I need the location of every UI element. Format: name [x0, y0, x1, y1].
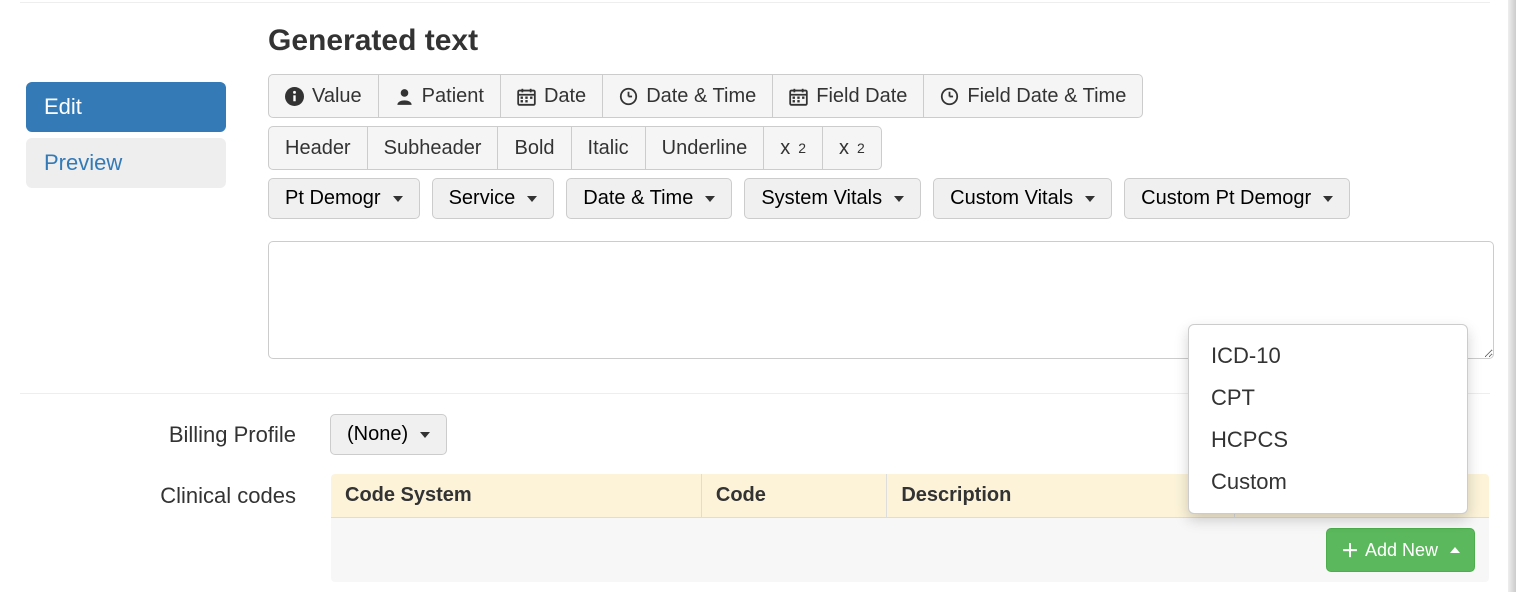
billing-profile-label: Billing Profile [0, 422, 330, 448]
patient-button[interactable]: Patient [379, 74, 501, 118]
clock-icon [619, 87, 638, 106]
plus-icon: ＋ [1341, 537, 1359, 563]
subscript-button[interactable]: x2 [764, 126, 823, 170]
caret-down-icon [420, 432, 430, 438]
dd-item-hcpcs[interactable]: HCPCS [1189, 419, 1467, 461]
caret-down-icon [1323, 196, 1333, 202]
col-code-system[interactable]: Code System [331, 474, 702, 518]
caret-down-icon [705, 196, 715, 202]
calendar-icon [517, 87, 536, 106]
value-button-label: Value [312, 83, 362, 109]
date-button[interactable]: Date [501, 74, 603, 118]
date-time-button-label: Date & Time [646, 83, 756, 109]
table-row: ＋ Add New [331, 518, 1490, 583]
italic-button[interactable]: Italic [572, 126, 646, 170]
caret-down-icon [1085, 196, 1095, 202]
clock-icon [940, 87, 959, 106]
clinical-codes-label: Clinical codes [0, 473, 330, 509]
calendar-icon [789, 87, 808, 106]
superscript-button[interactable]: x2 [823, 126, 882, 170]
date-button-label: Date [544, 83, 586, 109]
date-time-dropdown[interactable]: Date & Time [566, 178, 732, 219]
caret-down-icon [894, 196, 904, 202]
dd-item-cpt[interactable]: CPT [1189, 377, 1467, 419]
col-code[interactable]: Code [701, 474, 886, 518]
add-new-dropdown-menu: ICD-10 CPT HCPCS Custom [1188, 324, 1468, 514]
pt-demogr-dropdown[interactable]: Pt Demogr [268, 178, 420, 219]
caret-up-icon [1450, 547, 1460, 553]
edit-preview-tabs: Edit Preview [26, 82, 226, 188]
col-description[interactable]: Description [887, 474, 1235, 518]
custom-pt-demogr-dropdown[interactable]: Custom Pt Demogr [1124, 178, 1350, 219]
dd-item-custom[interactable]: Custom [1189, 461, 1467, 503]
subheader-button[interactable]: Subheader [368, 126, 499, 170]
system-vitals-dropdown[interactable]: System Vitals [744, 178, 921, 219]
bold-button[interactable]: Bold [498, 126, 571, 170]
caret-down-icon [527, 196, 537, 202]
field-date-button-label: Field Date [816, 83, 907, 109]
custom-vitals-dropdown[interactable]: Custom Vitals [933, 178, 1112, 219]
dd-item-icd10[interactable]: ICD-10 [1189, 335, 1467, 377]
patient-button-label: Patient [422, 83, 484, 109]
section-title: Generated text [268, 24, 1494, 58]
service-dropdown[interactable]: Service [432, 178, 555, 219]
field-date-button[interactable]: Field Date [773, 74, 924, 118]
add-new-button[interactable]: ＋ Add New [1326, 528, 1475, 572]
user-icon [395, 87, 414, 106]
billing-profile-dropdown[interactable]: (None) [330, 414, 447, 455]
info-icon [285, 87, 304, 106]
tab-preview[interactable]: Preview [26, 138, 226, 188]
caret-down-icon [393, 196, 403, 202]
field-date-time-button-label: Field Date & Time [967, 83, 1126, 109]
field-date-time-button[interactable]: Field Date & Time [924, 74, 1143, 118]
date-time-button[interactable]: Date & Time [603, 74, 773, 118]
header-button[interactable]: Header [268, 126, 368, 170]
underline-button[interactable]: Underline [646, 126, 765, 170]
tab-edit[interactable]: Edit [26, 82, 226, 132]
value-button[interactable]: Value [268, 74, 379, 118]
